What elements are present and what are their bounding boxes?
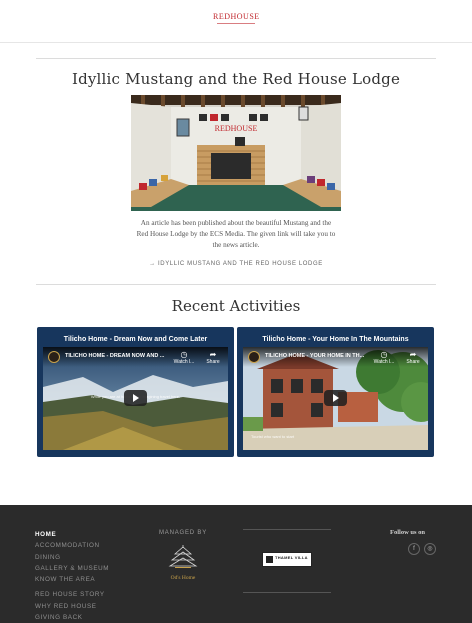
share-button[interactable]: ➦ Share — [200, 350, 226, 365]
article-title: Idyllic Mustang and the Red House Lodge — [71, 70, 401, 88]
partner-divider — [243, 592, 331, 593]
play-button[interactable] — [324, 390, 347, 406]
footer-link-know-the-area[interactable]: KNOW THE AREA — [35, 574, 109, 585]
logo-text: REDHOUSE — [213, 12, 260, 21]
redhouse-logo[interactable]: REDHOUSE — [213, 12, 259, 28]
share-icon: ➦ — [209, 350, 217, 359]
video-card: Tilicho Home - Dream Now and Come Later … — [37, 327, 234, 457]
video-player[interactable]: TILICHO HOME - YOUR HOME IN TH... ◷ Watc… — [243, 347, 428, 450]
section-divider — [36, 284, 436, 285]
video-card: Tilicho Home - Your Home In The Mountain… — [237, 327, 434, 457]
footer-link-accommodation[interactable]: ACCOMMODATION — [35, 540, 109, 551]
footer-link-gallery-museum[interactable]: GALLERY & MUSEUM — [35, 563, 109, 574]
watch-later-label: Watch l... — [173, 359, 195, 365]
video-player[interactable]: TILICHO HOME - DREAM NOW AND ... ◷ Watch… — [43, 347, 228, 450]
facebook-icon[interactable]: f — [408, 543, 420, 555]
watch-later-button[interactable]: ◷ Watch l... — [371, 350, 397, 365]
section-divider — [36, 58, 436, 59]
partner-divider — [243, 529, 331, 530]
play-button[interactable] — [124, 390, 147, 406]
watch-later-label: Watch l... — [373, 359, 395, 365]
share-label: Share — [406, 359, 420, 365]
managed-by-label: MANAGED BY — [158, 530, 207, 536]
video-caption: Tourist who want to start — [251, 434, 295, 439]
instagram-icon[interactable]: ◎ — [424, 543, 436, 555]
share-label: Share — [206, 359, 220, 365]
follow-us-label: Follow us on — [390, 529, 426, 536]
article-link[interactable]: → IDYLLIC MUSTANG AND THE RED HOUSE LODG… — [100, 261, 372, 267]
footer-link-home[interactable]: HOME — [35, 529, 109, 540]
video-card-title: Tilicho Home - Dream Now and Come Later — [63, 336, 208, 343]
watch-later-button[interactable]: ◷ Watch l... — [171, 350, 197, 365]
footer-nav: HOME ACCOMMODATION DINING GALLERY & MUSE… — [35, 529, 109, 623]
site-footer: HOME ACCOMMODATION DINING GALLERY & MUSE… — [0, 505, 472, 623]
clock-icon: ◷ — [380, 350, 388, 359]
lodge-photo: REDHOUSE — [131, 95, 341, 211]
channel-avatar[interactable] — [48, 351, 60, 363]
site-header: REDHOUSE — [0, 0, 472, 43]
footer-link-red-house-story[interactable]: RED HOUSE STORY — [35, 589, 109, 600]
thamel-mark-icon — [266, 556, 273, 563]
footer-link-dining[interactable]: DINING — [35, 552, 109, 563]
thamel-villa-text: THAMEL VILLA — [275, 555, 308, 560]
share-button[interactable]: ➦ Share — [400, 350, 426, 365]
photo-sign-text: REDHOUSE — [215, 124, 258, 133]
thamel-villa-logo[interactable]: THAMEL VILLA — [262, 552, 312, 567]
video-card-title: Tilicho Home - Your Home In The Mountain… — [262, 336, 409, 343]
clock-icon: ◷ — [180, 350, 188, 359]
share-icon: ➦ — [409, 350, 417, 359]
footer-link-giving-back[interactable]: GIVING BACK — [35, 612, 109, 623]
footer-link-why-red-house[interactable]: WHY RED HOUSE — [35, 601, 109, 612]
channel-avatar[interactable] — [248, 351, 260, 363]
article-body: An article has been published about the … — [136, 219, 336, 249]
player-title[interactable]: TILICHO HOME - YOUR HOME IN TH... — [265, 353, 375, 359]
logo-underline — [217, 23, 255, 24]
player-title[interactable]: TILICHO HOME - DREAM NOW AND ... — [65, 353, 175, 359]
recent-activities-title: Recent Activities — [171, 297, 301, 315]
ods-home-label: Od's Home — [170, 575, 196, 581]
